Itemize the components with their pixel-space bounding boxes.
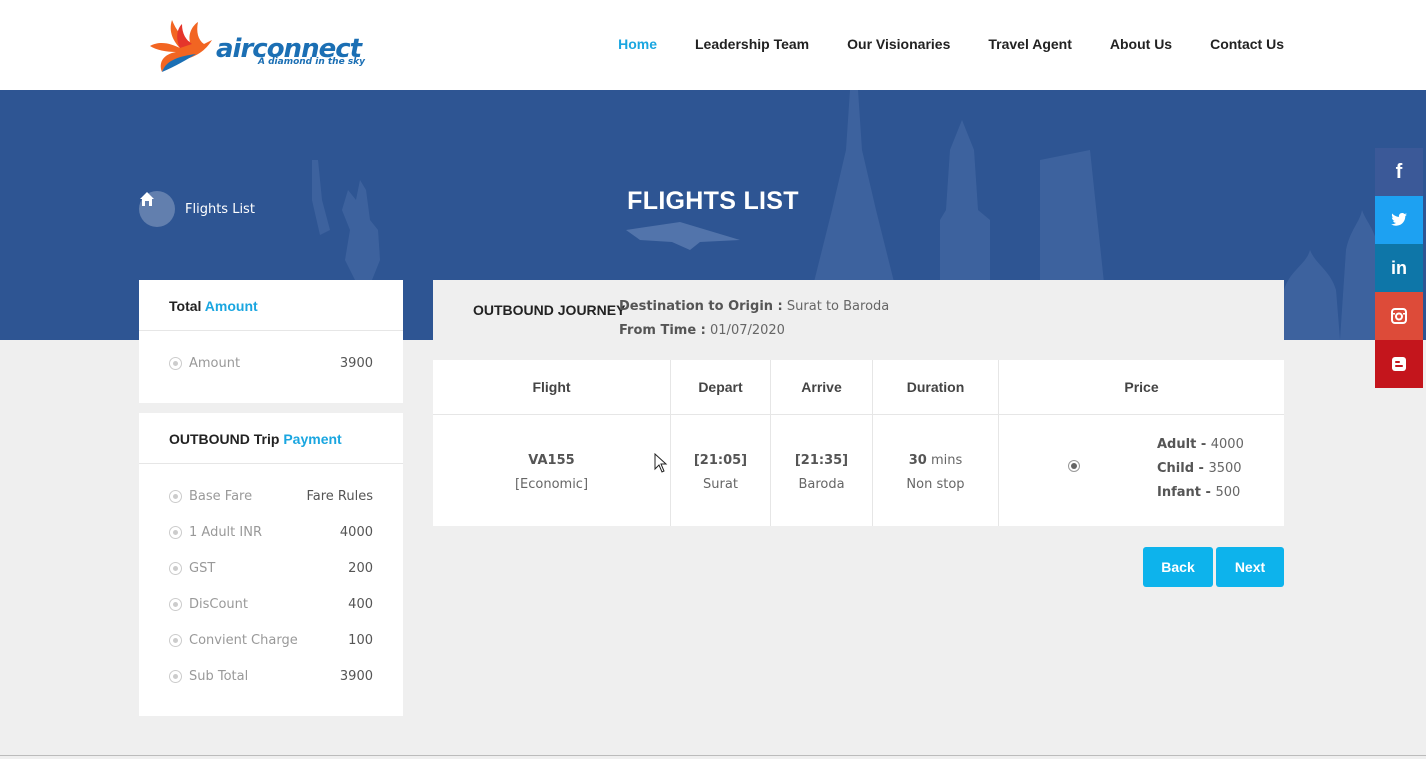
destination-label: Destination to Origin : <box>619 299 783 314</box>
price-breakdown: Adult - 4000 Child - 3500 Infant - 500 <box>1157 437 1244 500</box>
row-value: 100 <box>348 632 373 648</box>
nav-our-visionaries[interactable]: Our Visionaries <box>847 36 950 52</box>
nav-home[interactable]: Home <box>618 36 657 52</box>
bullet-icon <box>169 356 182 370</box>
journey-title: OUTBOUND JOURNEY <box>473 302 626 318</box>
child-label: Child <box>1157 461 1195 476</box>
header-duration: Duration <box>873 360 999 415</box>
social-share-bar: f in <box>1375 148 1423 388</box>
nav-about-us[interactable]: About Us <box>1110 36 1172 52</box>
facebook-icon[interactable]: f <box>1375 148 1423 196</box>
brand-logo[interactable]: airconnect A diamond in the sky <box>146 18 386 74</box>
row-label: DisCount <box>189 596 249 612</box>
brand-tagline: A diamond in the sky <box>258 57 366 67</box>
depart-time: [21:05] <box>693 453 748 468</box>
header-depart: Depart <box>671 360 771 415</box>
duration-number: 30 <box>908 453 927 468</box>
header-flight: Flight <box>433 360 671 415</box>
depart-city: Surat <box>703 477 738 492</box>
adult-label: Adult <box>1157 437 1197 452</box>
row-value: 3900 <box>339 355 373 371</box>
row-label: Amount <box>189 355 241 371</box>
table-row: VA155 [Economic] [21:05] Surat [21:35] B… <box>433 415 1284 526</box>
duration-unit: mins <box>930 453 963 468</box>
price-cell: Adult - 4000 Child - 3500 Infant - 500 <box>999 415 1284 526</box>
fare-rules-link[interactable]: Fare Rules <box>306 489 373 504</box>
time-label: From Time : <box>619 323 706 338</box>
journey-summary: OUTBOUND JOURNEY Destination to Origin :… <box>433 280 1284 360</box>
gst-row: GST 200 <box>139 550 403 586</box>
child-price: 3500 <box>1208 461 1242 476</box>
journey-time: From Time : 01/07/2020 <box>619 323 785 338</box>
main-nav: Home Leadership Team Our Visionaries Tra… <box>580 36 1284 52</box>
nav-contact-us[interactable]: Contact Us <box>1210 36 1284 52</box>
arrive-city: Baroda <box>798 477 845 492</box>
bullet-icon <box>169 489 182 503</box>
bullet-icon <box>169 561 182 575</box>
row-value: 4000 <box>339 524 373 540</box>
infant-label: Infant <box>1157 485 1201 500</box>
destination-value: Surat to Baroda <box>786 299 890 314</box>
heading-main: OUTBOUND Trip <box>169 431 280 447</box>
linkedin-icon[interactable]: in <box>1375 244 1423 292</box>
heading-accent: Amount <box>204 298 258 314</box>
base-fare-row: Base Fare Fare Rules <box>139 478 403 514</box>
flight-cell: VA155 [Economic] <box>433 415 671 526</box>
depart-cell: [21:05] Surat <box>671 415 771 526</box>
header-price: Price <box>999 360 1284 415</box>
instagram-icon[interactable] <box>1375 292 1423 340</box>
row-value: 200 <box>348 560 373 576</box>
adult-price: 4000 <box>1210 437 1244 452</box>
row-label: Convient Charge <box>189 632 298 648</box>
convenience-charge-row: Convient Charge 100 <box>139 622 403 658</box>
blogger-icon[interactable] <box>1375 340 1423 388</box>
nav-travel-agent[interactable]: Travel Agent <box>988 36 1072 52</box>
site-header: airconnect A diamond in the sky Home Lea… <box>0 0 1426 90</box>
row-label: 1 Adult INR <box>189 524 262 540</box>
flight-number: VA155 <box>528 453 575 468</box>
total-amount-card: Total Amount Amount 3900 <box>139 280 403 403</box>
nav-leadership-team[interactable]: Leadership Team <box>695 36 809 52</box>
discount-row: DisCount 400 <box>139 586 403 622</box>
heading-accent: Payment <box>283 431 342 447</box>
outbound-payment-card: OUTBOUND Trip Payment Base Fare Fare Rul… <box>139 413 403 716</box>
next-button[interactable]: Next <box>1216 547 1284 587</box>
amount-row: Amount 3900 <box>139 345 403 381</box>
row-value: 3900 <box>339 668 373 684</box>
heading-main: Total <box>169 298 202 314</box>
header-arrive: Arrive <box>771 360 873 415</box>
time-value: 01/07/2020 <box>710 323 785 338</box>
stops: Non stop <box>906 477 965 492</box>
row-label: Base Fare <box>189 488 253 504</box>
arrive-cell: [21:35] Baroda <box>771 415 873 526</box>
adult-fare-row: 1 Adult INR 4000 <box>139 514 403 550</box>
page-title: FLIGHTS LIST <box>627 187 799 215</box>
back-button[interactable]: Back <box>1143 547 1213 587</box>
mouse-cursor-icon <box>654 453 668 473</box>
flight-class: [Economic] <box>514 477 589 492</box>
total-amount-heading: Total Amount <box>139 280 403 331</box>
flights-table: Flight Depart Arrive Duration Price VA15… <box>433 360 1284 526</box>
row-value: 400 <box>348 596 373 612</box>
bird-logo-icon <box>150 20 212 72</box>
bullet-icon <box>169 597 182 611</box>
duration-cell: 30 mins Non stop <box>873 415 999 526</box>
twitter-icon[interactable] <box>1375 196 1423 244</box>
select-fare-radio[interactable] <box>1068 460 1080 472</box>
table-header: Flight Depart Arrive Duration Price <box>433 360 1284 415</box>
bullet-icon <box>169 525 182 539</box>
row-label: Sub Total <box>189 668 249 684</box>
infant-price: 500 <box>1215 485 1241 500</box>
payment-heading: OUTBOUND Trip Payment <box>139 413 403 464</box>
row-label: GST <box>189 560 216 576</box>
arrive-time: [21:35] <box>794 453 849 468</box>
bullet-icon <box>169 633 182 647</box>
sub-total-row: Sub Total 3900 <box>139 658 403 694</box>
bullet-icon <box>169 669 182 683</box>
page-divider <box>0 755 1426 756</box>
journey-destination: Destination to Origin : Surat to Baroda <box>619 299 889 314</box>
